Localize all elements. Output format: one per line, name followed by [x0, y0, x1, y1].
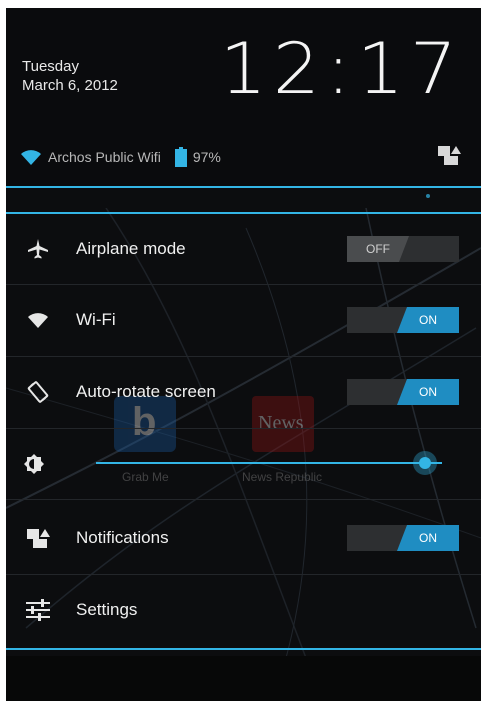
- row-divider: [6, 499, 481, 500]
- quick-settings-panel: b News Grab Me News Republic Tuesday Mar…: [6, 8, 481, 701]
- notification-settings-icon[interactable]: [437, 144, 461, 171]
- airplane-mode-toggle-state: OFF: [347, 236, 409, 262]
- autorotate-toggle[interactable]: ON: [347, 379, 459, 405]
- notifications-toggle[interactable]: ON: [347, 525, 459, 551]
- bottom-bar: [6, 656, 481, 701]
- wifi-toggle[interactable]: ON: [347, 307, 459, 333]
- row-notifications[interactable]: Notifications ON: [6, 503, 481, 573]
- wifi-toggle-state: ON: [397, 307, 459, 333]
- notifications-icon: [26, 526, 50, 550]
- notifications-label: Notifications: [76, 528, 169, 547]
- autorotate-icon: [26, 380, 50, 404]
- panel-bottom-divider: [6, 648, 481, 650]
- date-full: March 6, 2012: [22, 77, 118, 94]
- row-brightness: [6, 429, 481, 499]
- airplane-mode-label: Airplane mode: [76, 239, 186, 258]
- wifi-icon: [26, 308, 50, 332]
- drag-handle[interactable]: [426, 194, 430, 198]
- wifi-label: Wi-Fi: [76, 310, 116, 329]
- status-header: Tuesday March 6, 2012 12:17 Archos Publi…: [6, 8, 481, 188]
- brightness-icon: [22, 452, 46, 476]
- row-airplane-mode[interactable]: Airplane mode OFF: [6, 214, 481, 284]
- clock: 12:17: [219, 28, 463, 110]
- airplane-icon: [26, 237, 50, 261]
- date-day: Tuesday: [22, 58, 79, 75]
- brightness-slider-thumb[interactable]: [412, 451, 437, 475]
- row-settings[interactable]: Settings: [6, 575, 481, 645]
- battery-icon: [174, 147, 187, 167]
- settings-icon: [26, 598, 50, 622]
- status-row: Archos Public Wifi 97%: [20, 144, 221, 170]
- row-wifi[interactable]: Wi-Fi ON: [6, 285, 481, 355]
- battery-level: 97%: [192, 149, 221, 165]
- settings-label: Settings: [76, 600, 138, 619]
- wifi-network-name: Archos Public Wifi: [48, 149, 161, 165]
- brightness-slider-track[interactable]: [96, 462, 442, 464]
- autorotate-toggle-state: ON: [397, 379, 459, 405]
- autorotate-label: Auto-rotate screen: [76, 382, 216, 401]
- row-auto-rotate[interactable]: Auto-rotate screen ON: [6, 357, 481, 427]
- airplane-mode-toggle[interactable]: OFF: [347, 236, 459, 262]
- wifi-status-icon: [20, 148, 42, 166]
- header-divider: [6, 186, 481, 188]
- notifications-toggle-state: ON: [397, 525, 459, 551]
